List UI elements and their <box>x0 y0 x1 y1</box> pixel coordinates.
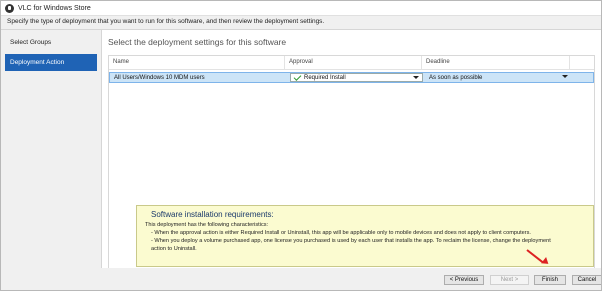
requirements-intro: This deployment has the following charac… <box>145 222 269 228</box>
previous-button[interactable]: < Previous <box>444 275 484 285</box>
requirement-item: action to Uninstall. <box>151 246 197 252</box>
table-row[interactable]: All Users/Windows 10 MDM users Required … <box>109 72 594 83</box>
wizard-footer: < Previous Next > Finish Cancel <box>1 268 601 290</box>
chevron-down-icon <box>562 75 568 78</box>
row-name: All Users/Windows 10 MDM users <box>114 74 205 81</box>
deadline-dropdown[interactable]: As soon as possible <box>427 73 571 82</box>
main-panel: Select the deployment settings for this … <box>102 30 601 277</box>
column-header-deadline[interactable]: Deadline <box>422 56 570 69</box>
installation-requirements-box: Software installation requirements: This… <box>136 205 594 267</box>
requirement-item: - When you deploy a volume purchased app… <box>151 238 551 244</box>
wizard-window: VLC for Windows Store Specify the type o… <box>0 0 602 291</box>
requirement-item: - When the approval action is either Req… <box>151 230 531 236</box>
vlc-app-icon <box>5 3 14 13</box>
approval-value: Required Install <box>304 74 346 81</box>
chevron-down-icon <box>413 76 419 79</box>
page-title: Select the deployment settings for this … <box>108 37 287 47</box>
check-icon <box>293 72 302 81</box>
next-button[interactable]: Next > <box>490 275 529 285</box>
requirements-title: Software installation requirements: <box>151 210 274 219</box>
deadline-value: As soon as possible <box>429 74 483 81</box>
cancel-button[interactable]: Cancel <box>572 275 601 285</box>
approval-cell: Required Install <box>286 72 423 82</box>
title-bar: VLC for Windows Store <box>1 1 601 16</box>
column-header-name[interactable]: Name <box>109 56 285 69</box>
grid-header: Name Approval Deadline <box>109 56 594 70</box>
column-header-approval[interactable]: Approval <box>285 56 422 69</box>
approval-dropdown[interactable]: Required Install <box>290 72 423 82</box>
nav-item-deployment-action[interactable]: Deployment Action <box>5 54 97 71</box>
deadline-cell: As soon as possible <box>423 73 571 82</box>
finish-button[interactable]: Finish <box>534 275 566 285</box>
wizard-nav: Select Groups Deployment Action <box>1 30 102 268</box>
instruction-text: Specify the type of deployment that you … <box>7 18 325 25</box>
nav-item-select-groups[interactable]: Select Groups <box>5 35 97 50</box>
window-title: VLC for Windows Store <box>18 4 91 12</box>
